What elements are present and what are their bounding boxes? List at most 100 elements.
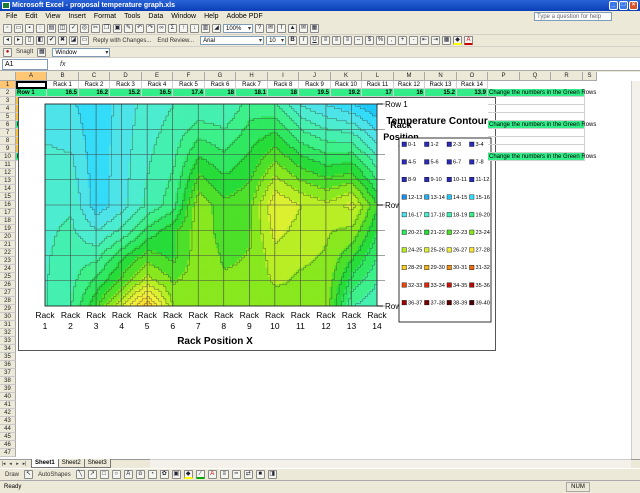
underline-icon[interactable]: U	[310, 36, 320, 45]
ink-icon[interactable]: ⌇	[277, 24, 286, 33]
column-header[interactable]: N	[425, 72, 457, 81]
name-box[interactable]: A1	[2, 58, 48, 70]
font-color-icon[interactable]: A	[464, 36, 474, 45]
menu-view[interactable]: View	[41, 11, 64, 22]
column-header[interactable]: Q	[520, 72, 551, 81]
snagit-window-select[interactable]: Window	[52, 47, 111, 57]
show-icon[interactable]: ◪	[69, 36, 78, 45]
decrease-decimal-icon[interactable]: -	[409, 36, 419, 45]
cut-icon[interactable]: ✂	[91, 24, 100, 33]
row-header[interactable]: 29	[0, 305, 16, 313]
menu-help[interactable]: Help	[200, 11, 222, 22]
close-button[interactable]: ×	[629, 1, 638, 10]
rack-header-cell[interactable]: Rack 7	[236, 81, 268, 89]
column-header[interactable]: H	[236, 72, 268, 81]
bold-icon[interactable]: B	[288, 36, 298, 45]
zoom-select[interactable]: 100%	[223, 24, 253, 33]
note-cell[interactable]: Change the numbers in the Green Rows	[488, 89, 596, 97]
row-header[interactable]: 12	[0, 169, 16, 177]
rack-header-cell[interactable]: Rack 9	[299, 81, 331, 89]
note-cell[interactable]	[488, 105, 585, 113]
save-icon[interactable]: ▪	[25, 24, 34, 33]
ask-question-input[interactable]: Type a question for help	[534, 12, 612, 21]
menu-edit[interactable]: Edit	[21, 11, 41, 22]
note-cell[interactable]	[488, 129, 585, 137]
value-cell[interactable]: 15.2	[425, 89, 457, 97]
borders-icon[interactable]: ▦	[442, 36, 452, 45]
row-header[interactable]: 25	[0, 273, 16, 281]
increase-indent-icon[interactable]: ⇥	[431, 36, 441, 45]
value-cell[interactable]: 16.2	[79, 89, 110, 97]
hyperlink-icon[interactable]: ∞	[157, 24, 166, 33]
column-header[interactable]: E	[142, 72, 173, 81]
column-header[interactable]: L	[362, 72, 394, 81]
row-header[interactable]: 19	[0, 225, 16, 233]
maximize-button[interactable]: □	[619, 1, 628, 10]
currency-icon[interactable]: $	[365, 36, 375, 45]
rack-header-cell[interactable]: Rack 1	[47, 81, 79, 89]
value-cell[interactable]: 18.1	[236, 89, 268, 97]
column-header[interactable]: G	[205, 72, 236, 81]
accept-icon[interactable]: ✔	[47, 36, 56, 45]
cell-a1[interactable]	[16, 81, 47, 89]
print-preview-icon[interactable]: ◫	[58, 24, 67, 33]
permission-icon[interactable]: ◌	[36, 24, 45, 33]
reject-icon[interactable]: ✖	[58, 36, 67, 45]
row-header[interactable]: 31	[0, 321, 16, 329]
row-header[interactable]: 6	[0, 121, 16, 129]
rack-header-cell[interactable]: Rack 11	[362, 81, 394, 89]
value-cell[interactable]: 19.5	[299, 89, 331, 97]
menu-adobe-pdf[interactable]: Adobe PDF	[223, 11, 267, 22]
select-all-corner[interactable]	[0, 72, 16, 81]
row-header[interactable]: 13	[0, 177, 16, 185]
row-header[interactable]: 5	[0, 113, 16, 121]
row-header[interactable]: 39	[0, 385, 16, 393]
row-header[interactable]: 30	[0, 313, 16, 321]
row-header[interactable]: 14	[0, 185, 16, 193]
align-right-icon[interactable]: ≡	[343, 36, 353, 45]
comma-icon[interactable]: ,	[387, 36, 397, 45]
row-header[interactable]: 8	[0, 137, 16, 145]
fill-color-icon[interactable]: ◆	[453, 36, 463, 45]
column-header[interactable]: J	[299, 72, 331, 81]
column-header[interactable]: O	[457, 72, 488, 81]
review-icon[interactable]: ▦	[310, 24, 319, 33]
align-left-icon[interactable]: ≡	[321, 36, 331, 45]
note-cell[interactable]	[488, 145, 585, 153]
rack-header-cell[interactable]: Rack 2	[79, 81, 110, 89]
row-header[interactable]: 40	[0, 393, 16, 401]
row-header[interactable]: 26	[0, 281, 16, 289]
print-icon[interactable]: ▤	[47, 24, 56, 33]
pdf-mail-icon[interactable]: ✉	[299, 24, 308, 33]
snagit-options-icon[interactable]: ▦	[37, 47, 47, 57]
rack-header-cell[interactable]: Rack 14	[457, 81, 488, 89]
row-header[interactable]: 11	[0, 161, 16, 169]
value-cell[interactable]: 15.2	[110, 89, 142, 97]
contour-chart[interactable]: Row 1 Row 2 Row 3 Rack 1 Rack 2 Rack 3 Rack 4 Rack…	[18, 97, 496, 351]
reply-with-changes-button[interactable]: Reply with Changes...	[91, 38, 153, 44]
row-header[interactable]: 10	[0, 153, 16, 161]
open-icon[interactable]: ▭	[14, 24, 23, 33]
column-header[interactable]: F	[173, 72, 205, 81]
menu-format[interactable]: Format	[90, 11, 120, 22]
column-header[interactable]: I	[268, 72, 299, 81]
redo-icon[interactable]: ↷	[146, 24, 155, 33]
menu-tools[interactable]: Tools	[120, 11, 144, 22]
row-header[interactable]: 44	[0, 425, 16, 433]
row-header[interactable]: 34	[0, 345, 16, 353]
row-header[interactable]: 4	[0, 105, 16, 113]
spelling-icon[interactable]: ✓	[69, 24, 78, 33]
pdf-icon[interactable]: ▲	[288, 24, 297, 33]
note-cell[interactable]	[488, 97, 585, 105]
rack-header-cell[interactable]: Rack 5	[173, 81, 205, 89]
research-icon[interactable]: ◎	[80, 24, 89, 33]
menu-file[interactable]: File	[2, 11, 21, 22]
merge-center-icon[interactable]: ⇔	[354, 36, 364, 45]
track-icon[interactable]: ◧	[36, 36, 45, 45]
row-label-cell[interactable]: Row 1	[16, 89, 47, 97]
note-cell[interactable]: Change the numbers in the Green Rows	[488, 153, 596, 161]
row-header[interactable]: 41	[0, 401, 16, 409]
menu-insert[interactable]: Insert	[64, 11, 90, 22]
row-header[interactable]: 21	[0, 241, 16, 249]
value-cell[interactable]: 18	[205, 89, 236, 97]
